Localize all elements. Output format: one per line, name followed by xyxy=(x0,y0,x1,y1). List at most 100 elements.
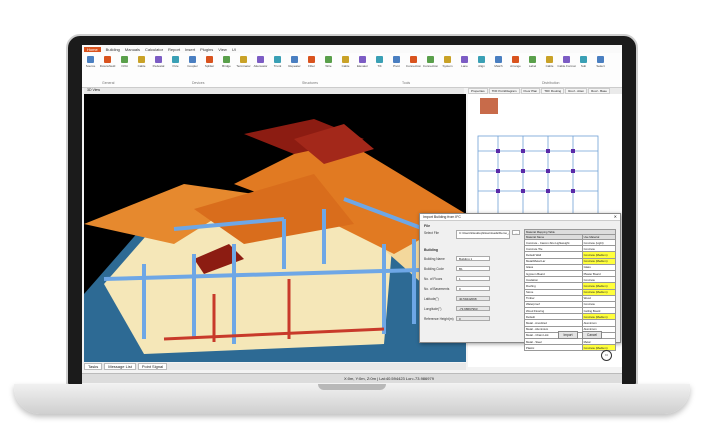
tab-roof-atten[interactable]: Roof - Atten xyxy=(565,88,588,94)
ribbon-tool-icon xyxy=(342,56,349,63)
ribbon-tool-icon xyxy=(444,56,451,63)
file-path-field[interactable]: C:\Users\Desktop\Downloads\Demo_Architec… xyxy=(456,230,510,239)
ribbon-button-label: Terminator xyxy=(236,64,251,68)
ribbon-button-6[interactable]: Coupler xyxy=(187,56,198,72)
ribbon-button-18[interactable]: Pivot xyxy=(392,56,401,72)
ribbon-button-27[interactable]: Cable xyxy=(545,56,554,72)
field-input[interactable]: -73.98697963 xyxy=(456,306,490,311)
ribbon-tool-icon xyxy=(121,56,128,63)
ribbon-tool-icon xyxy=(308,56,315,63)
ribbon-button-25[interactable]: Arrange xyxy=(510,56,521,72)
menu-report[interactable]: Report xyxy=(168,47,180,52)
menu-calculator[interactable]: Calculator xyxy=(145,47,163,52)
cancel-button[interactable]: Cancel xyxy=(582,331,602,339)
ribbon-tool-icon xyxy=(223,56,230,63)
bottom-tabs: Tasks Message List Point Signal xyxy=(84,363,466,370)
ribbon-button-label: Lane xyxy=(461,64,468,68)
ribbon-button-12[interactable]: Repeater xyxy=(288,56,301,72)
ribbon-tool-icon xyxy=(104,56,111,63)
tab-point-signal[interactable]: Point Signal xyxy=(137,363,168,370)
ribbon-button-29[interactable]: Sub xyxy=(579,56,588,72)
ribbon-button-16[interactable]: Elevator xyxy=(357,56,368,72)
tab-roof-base[interactable]: Roof - Base xyxy=(588,88,610,94)
ribbon-button-24[interactable]: Match xyxy=(494,56,503,72)
3d-viewport[interactable] xyxy=(84,94,466,362)
menu-plugins[interactable]: Plugins xyxy=(200,47,213,52)
ribbon-button-2[interactable]: Orbit xyxy=(120,56,129,72)
ribbon-button-3[interactable]: Cable xyxy=(137,56,146,72)
menu-view[interactable]: View xyxy=(218,47,227,52)
group-tools: Tools xyxy=(402,81,411,85)
ribbon-tool-icon xyxy=(546,56,553,63)
field-label: Reference Height(m) xyxy=(424,317,454,321)
ribbon-button-10[interactable]: Attenuator xyxy=(254,56,267,72)
menu-manuals[interactable]: Manuals xyxy=(125,47,140,52)
field-input[interactable]: B1 xyxy=(456,266,490,271)
tab-tdf-pointdiagram[interactable]: TDF PointDiagram xyxy=(488,88,520,94)
ribbon-tool-icon xyxy=(597,56,604,63)
ribbon-button-14[interactable]: Wire xyxy=(324,56,333,72)
ribbon-button-0[interactable]: Source xyxy=(86,56,95,72)
ribbon-button-label: Tilt xyxy=(377,64,382,68)
close-icon[interactable]: ✕ xyxy=(614,214,617,219)
ribbon-tool-icon xyxy=(495,56,502,63)
ribbon-tool-icon xyxy=(512,56,519,63)
ribbon-button-label: Source xyxy=(85,64,96,68)
ribbon-button-9[interactable]: Terminator xyxy=(236,56,251,72)
ribbon-tool-icon xyxy=(240,56,247,63)
ribbon-button-5[interactable]: Pole xyxy=(171,56,180,72)
tab-floor-plan[interactable]: Floor Plan xyxy=(520,88,541,94)
field-input[interactable]: 0 xyxy=(456,286,490,291)
ribbon-button-23[interactable]: Align xyxy=(477,56,486,72)
field-label: Building Name xyxy=(424,257,445,261)
ribbon-button-19[interactable]: Connection xyxy=(406,56,421,72)
ribbon-button-label: Pivot xyxy=(393,64,400,68)
ribbon-button-17[interactable]: Tilt xyxy=(375,56,384,72)
ribbon-button-15[interactable]: Cable xyxy=(341,56,350,72)
ribbon-button-label: Connection xyxy=(422,64,439,68)
ribbon-button-label: Pedestal xyxy=(152,64,165,68)
ribbon-button-label: Trunk xyxy=(273,64,282,68)
field-input[interactable]: 0 xyxy=(456,316,490,321)
tab-properties[interactable]: Properties xyxy=(468,88,488,94)
ribbon-button-22[interactable]: Lane xyxy=(460,56,469,72)
ribbon-button-8[interactable]: Bridge xyxy=(222,56,231,72)
field-label: No. of Floors xyxy=(424,277,443,281)
menu-ui[interactable]: UI xyxy=(232,47,236,52)
ribbon-button-20[interactable]: Connection xyxy=(422,56,439,72)
ribbon-button-13[interactable]: Fiber xyxy=(307,56,316,72)
ribbon-button-1[interactable]: Downshield xyxy=(100,56,115,72)
ribbon-tool-icon xyxy=(410,56,417,63)
ribbon-button-21[interactable]: System xyxy=(442,56,453,72)
field-input[interactable]: 40.59442098 xyxy=(456,296,490,301)
use-material-cell[interactable]: Concrete (Medium) xyxy=(581,344,617,352)
ribbon-tool-icon xyxy=(138,56,145,63)
import-button[interactable]: Import xyxy=(558,331,578,339)
status-coords: X:0m, Y:0m, Z:0m | Lat:40.594423 Lon:-73… xyxy=(344,376,434,381)
select-file-label: Select File xyxy=(424,231,439,235)
menu-building[interactable]: Building xyxy=(106,47,120,52)
ribbon-tool-icon xyxy=(376,56,383,63)
browse-button[interactable]: ... xyxy=(512,230,520,235)
field-input[interactable]: 1 xyxy=(456,276,490,281)
ribbon-button-label: Pole xyxy=(172,64,179,68)
menu-insert[interactable]: Insert xyxy=(185,47,195,52)
ribbon-button-label: Repeater xyxy=(288,64,301,68)
menu-home[interactable]: Home xyxy=(84,46,101,52)
field-label: Longitude(°) xyxy=(424,307,442,311)
ribbon-button-7[interactable]: Splitter xyxy=(205,56,214,72)
ribbon-button-4[interactable]: Pedestal xyxy=(152,56,165,72)
ribbon-button-label: System xyxy=(442,64,453,68)
table-row[interactable]: Plastic Concrete (Medium) xyxy=(524,344,617,352)
ribbon-button-28[interactable]: Cable Format xyxy=(557,56,576,72)
tab-message-list[interactable]: Message List xyxy=(104,363,136,370)
ribbon-button-26[interactable]: Label xyxy=(528,56,537,72)
ribbon-tool-icon xyxy=(189,56,196,63)
ribbon-button-30[interactable]: Select xyxy=(596,56,605,72)
ribbon-tool-icon xyxy=(155,56,162,63)
group-structures: Structures xyxy=(302,81,318,85)
field-input[interactable]: Building 1 xyxy=(456,256,490,261)
ribbon-button-11[interactable]: Trunk xyxy=(273,56,282,72)
tab-tasks[interactable]: Tasks xyxy=(84,363,103,370)
tab-tdf-routing[interactable]: TDF Routing xyxy=(541,88,565,94)
